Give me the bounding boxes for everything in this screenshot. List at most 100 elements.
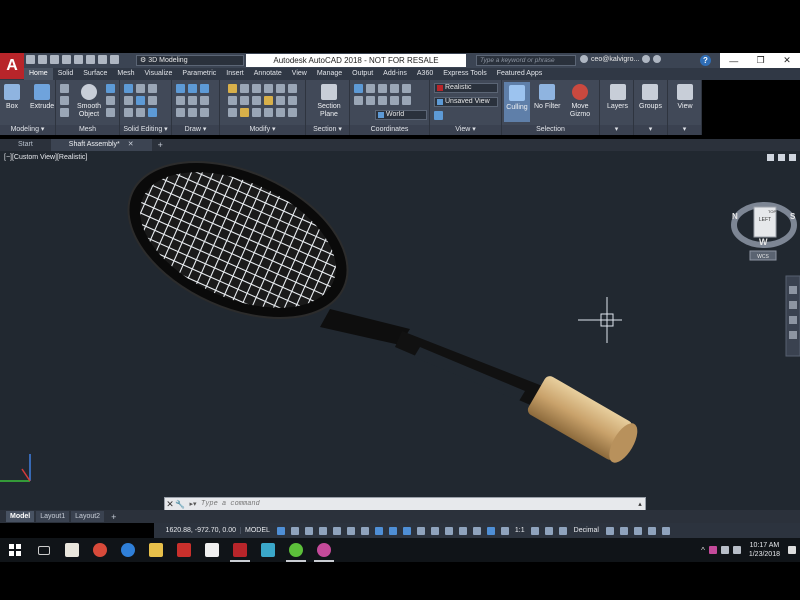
recent-commands-icon[interactable]: ▸▾: [185, 500, 201, 508]
layers-button[interactable]: Layers: [607, 84, 628, 111]
scale-icon[interactable]: [240, 96, 249, 105]
no-filter-button[interactable]: No Filter: [534, 84, 560, 111]
search-input[interactable]: Type a keyword or phrase: [476, 55, 576, 66]
fillet-icon[interactable]: [288, 84, 297, 93]
windows-start-button[interactable]: [0, 538, 30, 562]
tab-layout2[interactable]: Layout2: [71, 511, 105, 522]
tab-shaft-assembly[interactable]: Shaft Assembly* ✕: [50, 139, 152, 151]
tab-manage[interactable]: Manage: [312, 68, 347, 80]
groups-panel-label[interactable]: ▾: [634, 125, 667, 135]
draw-panel-label[interactable]: Draw ▾: [172, 125, 219, 135]
network-icon[interactable]: [720, 546, 729, 554]
offset-icon[interactable]: [264, 96, 273, 105]
steering-wheel-icon[interactable]: [789, 286, 797, 294]
tab-solid[interactable]: Solid: [53, 68, 79, 80]
task-view-button[interactable]: [30, 538, 58, 562]
tab-addins[interactable]: Add-ins: [378, 68, 412, 80]
taskbar-app-autocad[interactable]: [226, 538, 254, 562]
view-button[interactable]: View: [677, 84, 693, 111]
grid-icon[interactable]: [276, 526, 285, 535]
view-panel-label[interactable]: View ▾: [430, 125, 501, 135]
ucs-dropdown[interactable]: World: [375, 110, 427, 120]
tab-layout1[interactable]: Layout1: [36, 511, 70, 522]
compass-south[interactable]: S: [790, 212, 796, 221]
ucs-x-icon[interactable]: [354, 96, 363, 105]
ucs-origin-icon[interactable]: [378, 84, 387, 93]
lock-ui-icon[interactable]: [619, 526, 628, 535]
fillet-edge-icon[interactable]: [148, 96, 157, 105]
command-history-arrow[interactable]: ▴: [635, 500, 645, 508]
system-clock[interactable]: 10:17 AM 1/23/2018: [749, 541, 780, 559]
annotation-scale[interactable]: 1:1: [512, 527, 528, 534]
customize-icon[interactable]: 🔧: [175, 500, 185, 509]
viewcube[interactable]: LEFT TOP N S W: [731, 202, 797, 248]
section-plane-button[interactable]: Section Plane: [314, 84, 344, 119]
taskbar-app-pdf[interactable]: [58, 538, 86, 562]
tab-home[interactable]: Home: [24, 68, 53, 80]
tab-output[interactable]: Output: [347, 68, 378, 80]
navigation-bar[interactable]: [785, 275, 800, 357]
move-icon[interactable]: [228, 84, 237, 93]
line-icon[interactable]: [188, 84, 197, 93]
snap-icon[interactable]: [290, 526, 299, 535]
view-big-panel-label[interactable]: ▾: [668, 125, 701, 135]
groups-button[interactable]: Groups: [639, 84, 662, 111]
subtract-icon[interactable]: [136, 84, 145, 93]
slice-icon[interactable]: [124, 96, 133, 105]
clean-screen-icon[interactable]: [647, 526, 656, 535]
drawing-viewport[interactable]: [−][Custom View][Realistic] LEFT TOP N S…: [0, 151, 800, 511]
tab-annotate[interactable]: Annotate: [249, 68, 287, 80]
viewcube-face-label[interactable]: LEFT: [759, 217, 771, 223]
3d-align-icon[interactable]: [288, 108, 297, 117]
ucs-object-icon[interactable]: [402, 96, 411, 105]
compass-north[interactable]: N: [732, 212, 738, 221]
ucs-zaxis-icon[interactable]: [390, 84, 399, 93]
redo-icon[interactable]: [110, 55, 119, 64]
object-snap-tracking-icon[interactable]: [374, 526, 383, 535]
tab-insert[interactable]: Insert: [221, 68, 249, 80]
section-panel-label[interactable]: Section ▾: [306, 125, 349, 135]
ucs-icon[interactable]: [354, 84, 363, 93]
ucs-3point-icon[interactable]: [402, 84, 411, 93]
separate-icon[interactable]: [148, 108, 157, 117]
polar-tracking-icon[interactable]: [346, 526, 355, 535]
mesh-crease-icon[interactable]: [106, 96, 115, 105]
close-command-line-icon[interactable]: ✕: [165, 499, 175, 510]
copy-icon[interactable]: [264, 84, 273, 93]
extrude-button[interactable]: Extrude: [30, 84, 54, 111]
user-account[interactable]: ceo@kalvigro...: [580, 55, 662, 63]
arc-icon[interactable]: [200, 84, 209, 93]
modeling-panel-label[interactable]: Modeling ▾: [0, 125, 55, 135]
taskbar-app-explorer[interactable]: [142, 538, 170, 562]
exchange-icon[interactable]: [653, 55, 662, 63]
ucs-view-icon[interactable]: [390, 96, 399, 105]
hatch-icon[interactable]: [200, 108, 209, 117]
array-icon[interactable]: [252, 96, 261, 105]
spline-icon[interactable]: [188, 96, 197, 105]
viewcube-top-label[interactable]: TOP: [768, 209, 776, 214]
box-button[interactable]: Box: [4, 84, 20, 111]
taskbar-app-solidworks[interactable]: [170, 538, 198, 562]
quick-properties-icon[interactable]: [605, 526, 614, 535]
annotation-visibility-icon[interactable]: [500, 526, 509, 535]
taskbar-app-chrome[interactable]: [86, 538, 114, 562]
tray-app-icon[interactable]: [708, 546, 717, 554]
mesh-sphere-icon[interactable]: [60, 96, 69, 105]
close-tab-icon[interactable]: ✕: [128, 141, 134, 148]
tab-start[interactable]: Start: [0, 139, 51, 151]
isolate-objects-icon[interactable]: [633, 526, 642, 535]
workspace-dropdown[interactable]: ⚙ 3D Modeling: [136, 55, 244, 66]
plot-icon[interactable]: [74, 55, 83, 64]
close-window-button[interactable]: ✕: [783, 55, 791, 66]
modify-panel-label[interactable]: Modify ▾: [220, 125, 305, 135]
mesh-cylinder-icon[interactable]: [60, 108, 69, 117]
mesh-refine-icon[interactable]: [106, 84, 115, 93]
tab-parametric[interactable]: Parametric: [177, 68, 221, 80]
taskbar-app-window[interactable]: [198, 538, 226, 562]
dynamic-input-icon[interactable]: [318, 526, 327, 535]
ucs-y-icon[interactable]: [366, 96, 375, 105]
open-file-icon[interactable]: [38, 55, 47, 64]
dynamic-ucs-icon[interactable]: [458, 526, 467, 535]
application-menu-button[interactable]: A: [0, 53, 24, 79]
tab-featured-apps[interactable]: Featured Apps: [492, 68, 548, 80]
